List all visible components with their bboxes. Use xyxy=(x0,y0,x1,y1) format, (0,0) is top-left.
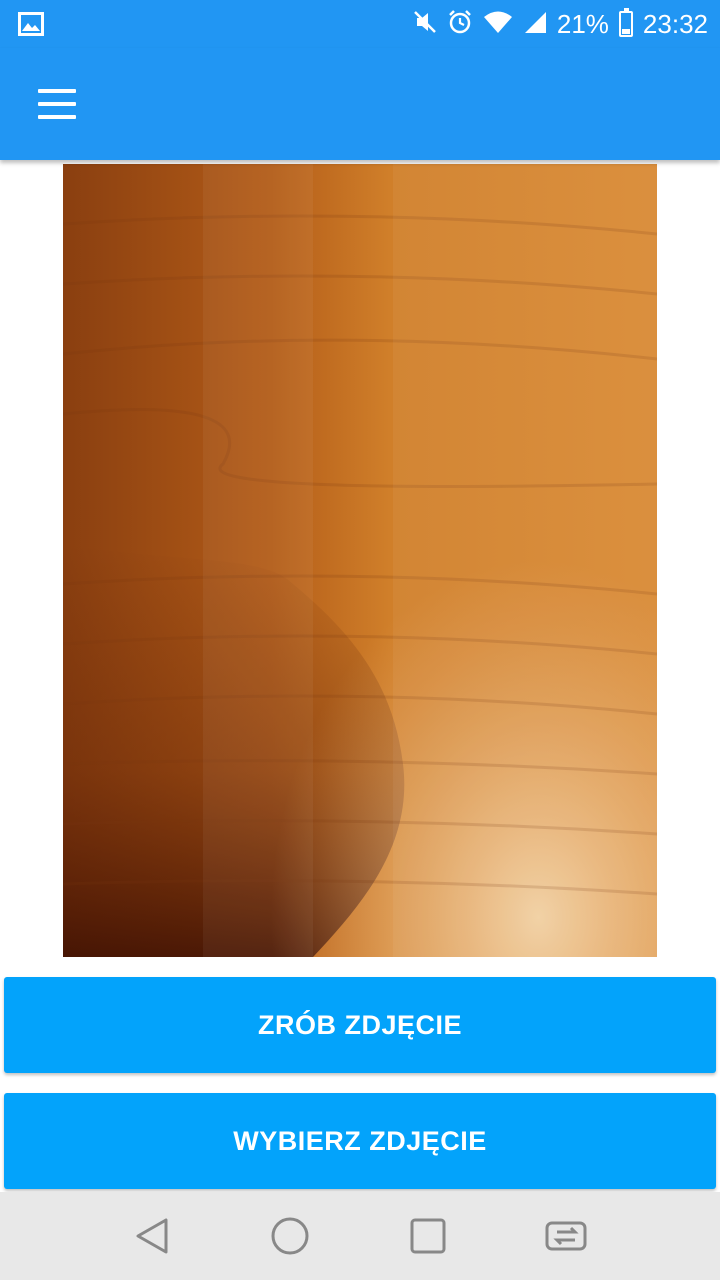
gallery-icon xyxy=(18,12,44,41)
switch-app-icon[interactable] xyxy=(542,1212,590,1260)
signal-icon xyxy=(523,10,547,39)
hamburger-menu-icon[interactable] xyxy=(26,76,86,132)
take-photo-button[interactable]: ZRÓB ZDJĘCIE xyxy=(4,977,716,1073)
wifi-icon xyxy=(483,10,513,39)
recents-icon[interactable] xyxy=(404,1212,452,1260)
back-icon[interactable] xyxy=(128,1212,176,1260)
alarm-icon xyxy=(447,9,473,40)
choose-photo-button[interactable]: WYBIERZ ZDJĘCIE xyxy=(4,1093,716,1189)
battery-icon xyxy=(618,8,633,37)
status-bar: 21% 23:32 xyxy=(0,0,720,48)
app-bar xyxy=(0,48,720,160)
status-icons: 21% 23:32 xyxy=(413,0,708,48)
battery-percent: 21% xyxy=(556,8,609,39)
home-icon[interactable] xyxy=(266,1212,314,1260)
navigation-bar xyxy=(0,1192,720,1280)
mute-icon xyxy=(413,9,437,40)
photo-preview xyxy=(63,164,657,957)
clock: 23:32 xyxy=(642,8,708,39)
screen: 21% 23:32 ZRÓB ZDJĘCIE WYBIERZ ZDJĘCIE xyxy=(0,0,720,1280)
